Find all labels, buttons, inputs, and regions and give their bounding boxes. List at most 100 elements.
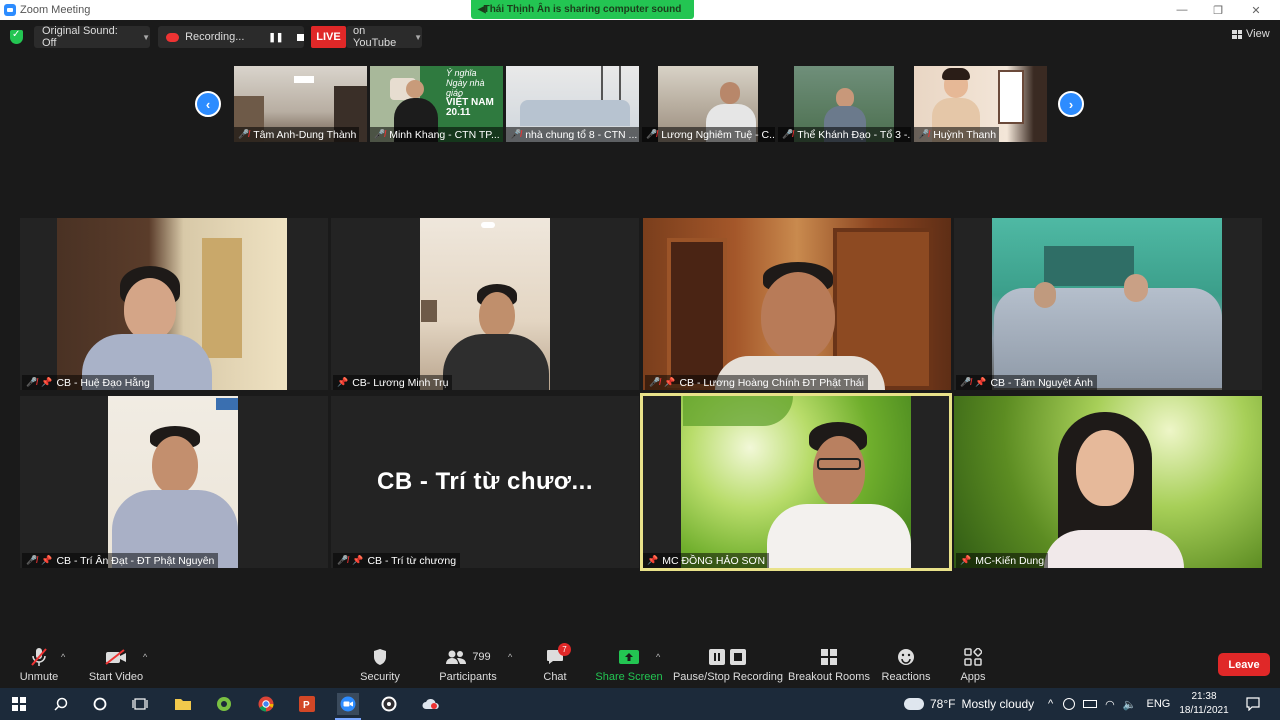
- filmstrip-tile[interactable]: 🎤̸ Huỳnh Thanh: [914, 66, 1047, 142]
- participant-name: 🎤̸ Lương Nghiêm Tuệ - C...: [642, 127, 775, 142]
- powerpoint-icon[interactable]: P: [296, 693, 318, 715]
- taskbar-clock[interactable]: 21:38 18/11/2021: [1178, 690, 1230, 718]
- person-head: [1076, 430, 1134, 506]
- video-off-icon: [105, 646, 127, 668]
- participant-name: 🎤̸ Thể Khánh Đạo - Tổ 3 -...: [778, 127, 911, 142]
- chevron-down-icon[interactable]: ▼: [142, 33, 150, 42]
- video-tile[interactable]: CB - Trí từ chươ... 🎤̸ 📌 CB - Trí từ chươn…: [331, 396, 639, 568]
- leave-button[interactable]: Leave: [1218, 653, 1270, 676]
- participants-icon: 799: [445, 646, 491, 668]
- audio-options-caret-icon[interactable]: ^: [61, 652, 65, 662]
- spotlight-pin-icon: 📌: [975, 377, 987, 387]
- clock-date: 18/11/2021: [1179, 705, 1229, 716]
- share-screen-button[interactable]: Share Screen: [595, 646, 663, 683]
- unmute-button[interactable]: Unmute: [20, 646, 58, 683]
- chrome-icon[interactable]: [255, 693, 277, 715]
- notifications-icon[interactable]: [1242, 693, 1264, 715]
- video-tile[interactable]: 📌 MC-Kiến Dung: [954, 396, 1262, 568]
- chevron-down-icon[interactable]: ▼: [414, 33, 422, 42]
- filmstrip-prev-button[interactable]: ‹: [195, 91, 221, 117]
- wifi-icon[interactable]: ◠: [1105, 698, 1115, 711]
- search-icon[interactable]: [50, 693, 72, 715]
- start-video-button[interactable]: Start Video: [89, 646, 143, 683]
- muted-mic-icon: 🎤̸: [510, 129, 522, 139]
- ceiling-light: [481, 222, 495, 228]
- zoom-taskbar-icon[interactable]: [337, 693, 359, 715]
- minimize-icon[interactable]: —: [1164, 0, 1200, 20]
- view-button[interactable]: View: [1232, 28, 1270, 40]
- apps-button[interactable]: Apps: [958, 646, 988, 683]
- tray-app-icon[interactable]: [1063, 698, 1076, 710]
- obs-icon[interactable]: [378, 693, 400, 715]
- view-label: View: [1246, 28, 1270, 40]
- muted-mic-icon: 🎤̸: [238, 129, 250, 139]
- greenshot-icon[interactable]: [213, 693, 235, 715]
- original-sound-toggle[interactable]: Original Sound: Off ▼: [34, 25, 150, 49]
- language-indicator[interactable]: ENG: [1146, 698, 1170, 710]
- video-tile[interactable]: 🎤̸ 📌 CB - Trí Ân Đạt - ĐT Phật Nguyên: [20, 396, 328, 568]
- filmstrip-tile[interactable]: 🎤̸ Tâm Anh-Dung Thành: [234, 66, 367, 142]
- video-tile[interactable]: 🎤̸ 📌 CB - Tâm Nguyệt Ánh: [954, 218, 1262, 390]
- live-target-dropdown[interactable]: on YouTube ▼: [346, 25, 422, 49]
- wall-window: [1044, 246, 1134, 286]
- person-head: [479, 292, 515, 338]
- glasses: [817, 458, 861, 470]
- speaker-icon: ◀: [478, 4, 486, 15]
- volume-icon[interactable]: 🔈: [1123, 698, 1137, 711]
- filmstrip-tile[interactable]: Ý nghĩa Ngày nhà giáo VIỆT NAM 20.11 🎤̸ M…: [370, 66, 503, 142]
- pause-stop-recording-button[interactable]: Pause/Stop Recording: [673, 646, 783, 683]
- close-icon[interactable]: ✕: [1238, 0, 1274, 20]
- video-tile[interactable]: 🎤̸ 📌 CB - Huệ Đạo Hằng: [20, 218, 328, 390]
- banner-text: Ý nghĩa Ngày nhà giáo VIỆT NAM 20.11: [446, 68, 503, 118]
- muted-mic-icon: 🎤̸: [646, 129, 658, 139]
- filmstrip-tile[interactable]: 🎤̸ nhà chung tổ 8 - CTN ...: [506, 66, 639, 142]
- breakout-rooms-button[interactable]: Breakout Rooms: [788, 646, 870, 683]
- banner-line: Ý nghĩa: [446, 68, 477, 78]
- filmstrip-tile[interactable]: 🎤̸ Lương Nghiêm Tuệ - C...: [642, 66, 775, 142]
- reactions-button[interactable]: Reactions: [882, 646, 930, 683]
- filmstrip-tile[interactable]: 🎤̸ Thể Khánh Đạo - Tổ 3 -...: [778, 66, 911, 142]
- share-options-caret-icon[interactable]: ^: [656, 652, 660, 662]
- video-options-caret-icon[interactable]: ^: [143, 652, 147, 662]
- muted-mic-icon: 🎤̸: [337, 555, 349, 565]
- battery-icon[interactable]: [1083, 700, 1098, 708]
- person-head: [720, 82, 740, 104]
- chevron-left-icon: ‹: [205, 96, 211, 112]
- security-button[interactable]: Security: [360, 646, 400, 683]
- person-body: [443, 334, 549, 390]
- participant-name-text: CB - Trí từ chương: [367, 554, 457, 567]
- windows-start-icon[interactable]: [8, 693, 30, 715]
- banner-line: 20.11: [446, 107, 471, 118]
- weather-desc: Mostly cloudy: [961, 697, 1035, 711]
- weather-widget[interactable]: 78°F Mostly cloudy: [904, 688, 1034, 720]
- person-head: [406, 80, 424, 98]
- tray-overflow-chevron-icon[interactable]: ^: [1048, 698, 1053, 710]
- recording-label: Recording...: [185, 31, 245, 43]
- maximize-icon[interactable]: ❐: [1200, 0, 1236, 20]
- stop-recording-icon[interactable]: [297, 33, 304, 41]
- sharing-sound-banner: ◀ Thái Thịnh Ân is sharing computer soun…: [471, 0, 694, 19]
- sharing-sound-text: Thái Thịnh Ân is sharing computer sound: [483, 4, 682, 15]
- video-tile[interactable]: 📌 CB- Lương Minh Trụ: [331, 218, 639, 390]
- spotlight-pin-icon: 📌: [352, 555, 364, 565]
- participant-name-text: Huỳnh Thanh: [933, 128, 997, 141]
- app-cloud-icon[interactable]: [420, 693, 442, 715]
- filmstrip-next-button[interactable]: ›: [1058, 91, 1084, 117]
- pause-recording-icon[interactable]: ❚❚: [268, 32, 283, 43]
- svg-text:P: P: [303, 700, 310, 711]
- encryption-shield-icon[interactable]: [10, 29, 23, 44]
- video-tile[interactable]: 🎤̸ 📌 CB - Lương Hoàng Chính ĐT Phật Thái: [643, 218, 951, 390]
- file-explorer-icon[interactable]: [172, 693, 194, 715]
- cortana-icon[interactable]: [89, 693, 111, 715]
- participant-name: 🎤̸ Minh Khang - CTN TP...: [370, 127, 503, 142]
- spotlight-pin-icon: 📌: [664, 377, 676, 387]
- muted-microphone-icon: [31, 646, 47, 668]
- door-frame: [667, 238, 727, 388]
- chat-button[interactable]: 7 Chat: [540, 643, 571, 683]
- share-screen-label: Share Screen: [595, 671, 663, 683]
- participant-name-text: CB- Lương Minh Trụ: [352, 376, 449, 389]
- participants-button[interactable]: 799 Participants: [439, 646, 497, 683]
- participants-caret-icon[interactable]: ^: [508, 652, 512, 662]
- task-view-icon[interactable]: [129, 693, 151, 715]
- active-speaker-tile[interactable]: 📌 MC ĐỒNG HẢO SƠN: [640, 393, 952, 571]
